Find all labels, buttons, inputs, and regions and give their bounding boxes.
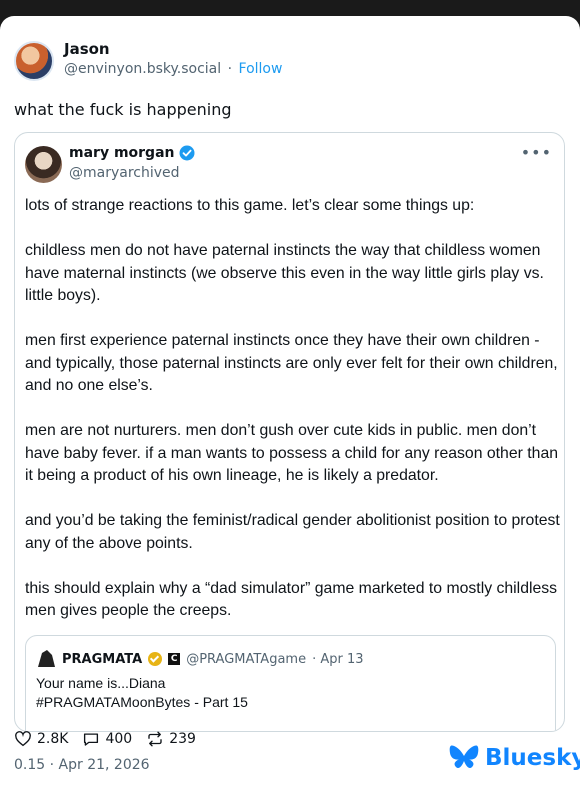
reply-button[interactable]: 400 [82, 730, 132, 748]
window-top-bar [0, 0, 580, 16]
separator: · [227, 61, 233, 77]
post-timestamp[interactable]: 0.15 · Apr 21, 2026 [14, 757, 150, 773]
quoted-post[interactable]: mary morgan @maryarchived ••• lots of st… [14, 132, 565, 732]
engagement-stats: 2.8K 400 239 [14, 730, 196, 748]
quote-author-handle[interactable]: @maryarchived [69, 165, 180, 181]
quote-author-avatar[interactable] [25, 146, 62, 183]
repost-icon [148, 731, 162, 747]
nested-line: Your name is...Diana [36, 675, 166, 691]
author-handle[interactable]: @envinyon.bsky.social [64, 61, 221, 77]
reply-count: 400 [105, 731, 133, 747]
nested-header: PRAGMATA C @PRAGMATAgame · Apr 13 [36, 649, 364, 669]
bluesky-logo: Bluesky [449, 744, 580, 771]
quote-paragraph: childless men do not have paternal insti… [25, 242, 544, 304]
more-options-icon[interactable]: ••• [521, 143, 552, 162]
reply-icon [84, 733, 99, 746]
like-count: 2.8K [37, 731, 69, 747]
gold-verified-badge-icon [148, 652, 163, 666]
quote-author-name-row: mary morgan [69, 145, 195, 161]
quote-paragraph: and you’d be taking the feminist/radical… [25, 512, 560, 552]
bluesky-wordmark: Bluesky [485, 744, 580, 771]
nested-quoted-post[interactable]: PRAGMATA C @PRAGMATAgame · Apr 13 Your n… [25, 635, 556, 731]
author-name[interactable]: Jason [64, 40, 110, 58]
repost-button[interactable]: 239 [146, 730, 196, 748]
quote-body: lots of strange reactions to this game. … [25, 195, 560, 645]
heart-icon [15, 731, 31, 747]
quote-author-name[interactable]: mary morgan [69, 145, 175, 161]
quote-paragraph: men first experience paternal instincts … [25, 332, 558, 394]
author-handle-row: @envinyon.bsky.social · Follow [64, 61, 282, 77]
nested-author-name[interactable]: PRAGMATA [62, 652, 142, 667]
post-text: what the fuck is happening [14, 100, 232, 119]
like-button[interactable]: 2.8K [14, 730, 68, 748]
follow-link[interactable]: Follow [239, 61, 283, 77]
nested-date: · Apr 13 [312, 651, 364, 667]
butterfly-icon [449, 745, 479, 769]
verified-check-icon [179, 145, 194, 161]
post-card: Jason @envinyon.bsky.social · Follow wha… [0, 16, 580, 793]
affiliate-logo-icon: C [168, 653, 181, 665]
nested-hashtag-line[interactable]: #PRAGMATAMoonBytes - Part 15 [36, 693, 248, 712]
quote-paragraph: this should explain why a “dad simulator… [25, 579, 558, 620]
repost-count: 239 [169, 731, 196, 747]
author-avatar[interactable] [14, 41, 54, 81]
nested-author-avatar[interactable] [38, 650, 55, 667]
quote-paragraph: men are not nurturers. men don’t gush ov… [25, 422, 559, 484]
nested-body: Your name is...Diana #PRAGMATAMoonBytes … [36, 674, 248, 712]
quote-paragraph: lots of strange reactions to this game. … [25, 197, 475, 214]
nested-author-handle[interactable]: @PRAGMATAgame [186, 652, 306, 667]
